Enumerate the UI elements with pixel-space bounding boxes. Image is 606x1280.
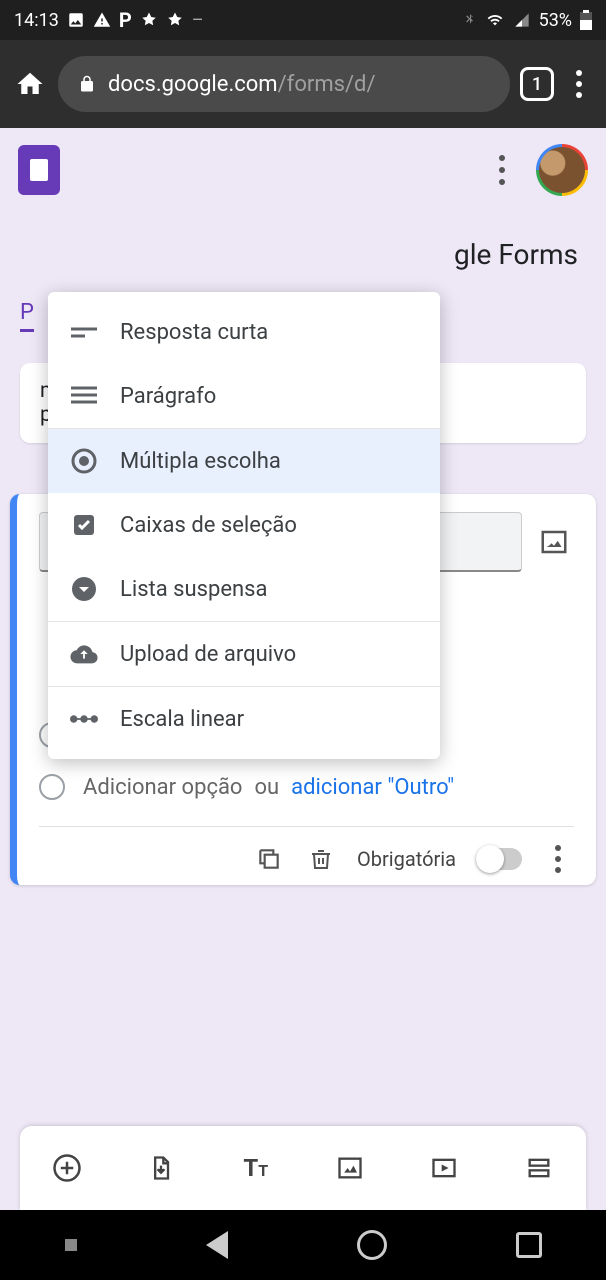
battery-percent: 53% xyxy=(539,10,572,31)
linear-scale-icon xyxy=(70,705,98,733)
url-domain: docs.google.com xyxy=(108,72,278,97)
more-menu-button[interactable] xyxy=(486,155,518,185)
checkbox-icon xyxy=(70,511,98,539)
add-image-button[interactable] xyxy=(534,522,574,562)
paragraph-icon xyxy=(70,382,98,410)
add-option-button[interactable]: Adicionar opção xyxy=(83,775,242,800)
avast-icon-2 xyxy=(166,11,184,29)
chrome-toolbar: docs.google.com/forms/d/ 1 xyxy=(0,40,606,128)
radio-icon xyxy=(70,447,98,475)
radio-icon xyxy=(39,774,65,800)
add-section-button[interactable] xyxy=(521,1150,557,1186)
duplicate-button[interactable] xyxy=(253,843,285,875)
add-toolbar: TT xyxy=(20,1126,586,1210)
user-avatar[interactable] xyxy=(536,144,588,196)
add-title-button[interactable]: TT xyxy=(238,1150,274,1186)
lock-icon xyxy=(78,75,96,93)
or-text: ou xyxy=(254,775,279,800)
bluetooth-icon xyxy=(463,11,477,29)
url-path: /forms/d/ xyxy=(278,72,376,97)
status-time: 14:13 xyxy=(14,10,59,31)
page-title-fragment: gle Forms xyxy=(454,238,578,271)
question-type-dropdown: Resposta curta Parágrafo Múltipla escolh… xyxy=(48,292,440,759)
dropdown-paragraph-label: Parágrafo xyxy=(120,384,216,409)
status-bar: 14:13 P – 53% xyxy=(0,0,606,40)
short-answer-icon xyxy=(70,318,98,346)
google-forms-icon[interactable] xyxy=(18,145,60,195)
tab-switcher[interactable]: 1 xyxy=(520,67,554,101)
cloud-upload-icon xyxy=(70,640,98,668)
add-image-button-toolbar[interactable] xyxy=(332,1150,368,1186)
dropdown-short-answer-label: Resposta curta xyxy=(120,320,268,345)
tab-questions[interactable]: P xyxy=(20,300,34,332)
wifi-icon xyxy=(485,12,505,28)
dropdown-linear-scale[interactable]: Escala linear xyxy=(48,687,440,759)
dropdown-multiple-choice-label: Múltipla escolha xyxy=(120,449,281,474)
home-button[interactable] xyxy=(12,66,48,102)
battery-icon xyxy=(580,10,592,30)
warning-icon xyxy=(93,11,111,29)
dropdown-linear-scale-label: Escala linear xyxy=(120,707,244,732)
add-other-button[interactable]: adicionar "Outro" xyxy=(291,775,454,800)
nav-recent-button[interactable] xyxy=(516,1232,542,1258)
nav-back-button[interactable] xyxy=(206,1231,228,1259)
image-icon xyxy=(67,11,85,29)
dropdown-file-upload[interactable]: Upload de arquivo xyxy=(48,622,440,686)
dash-icon: – xyxy=(192,10,204,31)
signal-icon xyxy=(513,12,531,28)
dropdown-file-upload-label: Upload de arquivo xyxy=(120,642,296,667)
nav-assistant[interactable] xyxy=(65,1239,77,1251)
dropdown-paragraph[interactable]: Parágrafo xyxy=(48,364,440,428)
dropdown-checkboxes-label: Caixas de seleção xyxy=(120,513,297,538)
url-bar[interactable]: docs.google.com/forms/d/ xyxy=(58,56,510,112)
page-content: gle Forms P ma fácil e pelo celular Opçã… xyxy=(0,128,606,1210)
dropdown-dropdown-list-label: Lista suspensa xyxy=(120,577,268,602)
add-question-button[interactable] xyxy=(49,1150,85,1186)
required-label: Obrigatória xyxy=(357,847,456,871)
import-questions-button[interactable] xyxy=(143,1150,179,1186)
avast-icon xyxy=(140,11,158,29)
dropdown-checkboxes[interactable]: Caixas de seleção xyxy=(48,493,440,557)
add-video-button[interactable] xyxy=(426,1150,462,1186)
required-toggle[interactable] xyxy=(476,848,522,870)
delete-button[interactable] xyxy=(305,843,337,875)
chrome-menu-button[interactable] xyxy=(564,69,594,99)
dropdown-short-answer[interactable]: Resposta curta xyxy=(48,292,440,364)
dropdown-icon xyxy=(70,575,98,603)
p-icon: P xyxy=(119,8,132,32)
question-more-button[interactable] xyxy=(542,845,574,873)
dropdown-multiple-choice[interactable]: Múltipla escolha xyxy=(48,429,440,493)
android-nav-bar xyxy=(0,1210,606,1280)
add-option-row: Adicionar opção ou adicionar "Outro" xyxy=(39,774,574,800)
nav-home-button[interactable] xyxy=(357,1230,387,1260)
dropdown-dropdown-list[interactable]: Lista suspensa xyxy=(48,557,440,621)
